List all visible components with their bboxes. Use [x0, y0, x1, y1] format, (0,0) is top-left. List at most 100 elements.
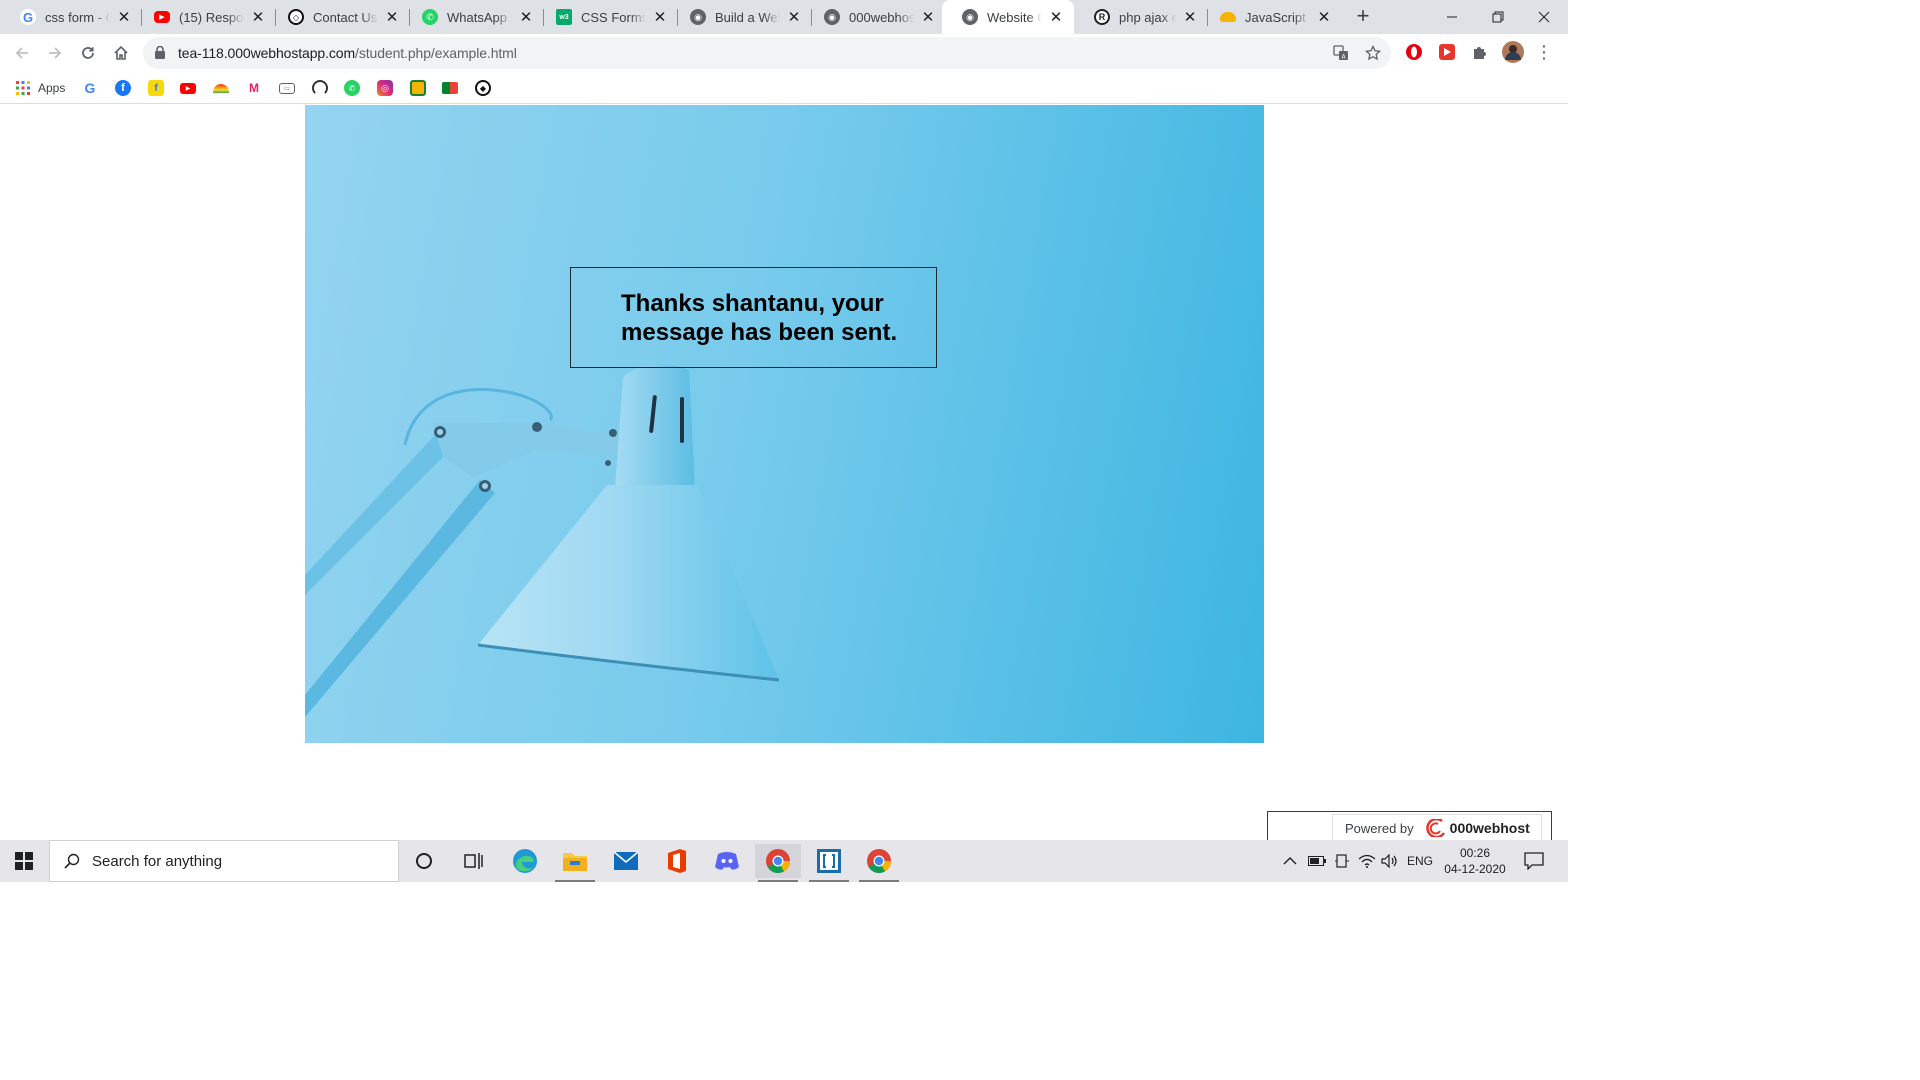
bookmark-meet[interactable] [442, 79, 458, 97]
chrome-app[interactable] [755, 844, 801, 882]
chrome-icon [867, 849, 891, 874]
close-icon[interactable]: ✕ [1182, 8, 1198, 26]
restore-button[interactable] [1474, 0, 1521, 34]
brackets-icon [817, 849, 841, 873]
reload-button[interactable] [76, 41, 100, 65]
bookmark-github[interactable]: ◆ [475, 79, 491, 97]
volume-control[interactable] [1381, 840, 1399, 882]
brackets-app[interactable] [806, 844, 852, 882]
tab-build-a-website[interactable]: ◉ Build a Website ✕ [670, 0, 812, 34]
close-icon [1538, 11, 1549, 23]
tab-contact-us-form[interactable]: ◇ Contact Us Form ✕ [268, 0, 410, 34]
bookmark-classroom[interactable] [410, 79, 426, 97]
start-button[interactable] [0, 840, 48, 882]
tab-php-ajax-contact[interactable]: R php ajax contact ✕ [1074, 0, 1208, 34]
close-icon[interactable]: ✕ [786, 8, 802, 26]
new-tab-button[interactable]: + [1352, 5, 1374, 28]
url-text[interactable]: tea-118.000webhostapp.com/student.php/ex… [178, 45, 517, 61]
chrome-app-2[interactable] [856, 844, 902, 882]
bookmark-tube[interactable]: ▭ [279, 79, 295, 97]
speaker-icon [1381, 854, 1397, 868]
tab-css-forms[interactable]: w3 CSS Forms ✕ [536, 0, 678, 34]
bookmark-instagram[interactable]: ◎ [377, 79, 393, 97]
reload-icon [82, 47, 94, 59]
bookmark-rainbow[interactable] [213, 79, 229, 97]
tab-css-form[interactable]: G css form - Google Search ✕ [0, 0, 142, 34]
show-hidden-icons-button[interactable] [1283, 840, 1297, 882]
whatsapp-icon: ✆ [344, 80, 360, 96]
tab-responsive[interactable]: ▶ (15) Responsive ✕ [134, 0, 276, 34]
bookmark-myntra[interactable]: M [246, 79, 262, 97]
whatsapp-icon: ✆ [422, 9, 438, 25]
action-center-button[interactable] [1524, 840, 1544, 882]
bookmark-facebook[interactable]: f [115, 79, 131, 97]
tab-javascript-contact[interactable]: JavaScript Contact ✕ [1200, 0, 1342, 34]
tab-title: php ajax contact [1119, 9, 1176, 25]
folder-icon [563, 853, 587, 871]
bookmark-apps[interactable]: Apps [16, 79, 65, 97]
tab-title: (15) Responsive [179, 9, 244, 25]
close-icon[interactable]: ✕ [920, 8, 936, 26]
battery-status[interactable] [1308, 840, 1326, 882]
close-icon[interactable]: ✕ [518, 8, 534, 26]
extensions-puzzle-icon[interactable] [1471, 43, 1489, 61]
back-button[interactable] [10, 41, 34, 65]
close-window-button[interactable] [1520, 0, 1567, 34]
rainbow-icon [213, 83, 229, 93]
discord-app[interactable] [704, 844, 750, 878]
tab-whatsapp[interactable]: ✆ WhatsApp ✕ [402, 0, 544, 34]
bookmark-flipkart[interactable]: f [148, 79, 164, 97]
system-clock[interactable]: 00:26 04-12-2020 [1440, 845, 1510, 877]
windows-taskbar: Search for anything ENG 00:26 04-12-2020 [0, 840, 1568, 882]
tab-000webhost[interactable]: ◉ 000webhost ✕ [804, 0, 946, 34]
tab-title: 000webhost [849, 9, 914, 25]
file-explorer-app[interactable] [552, 844, 598, 882]
tab-title: JavaScript Contact [1245, 9, 1310, 25]
forward-button[interactable] [43, 41, 67, 65]
office-app[interactable] [654, 844, 700, 878]
tab-title: Build a Website [715, 9, 780, 25]
profile-avatar[interactable] [1502, 41, 1524, 63]
translate-icon[interactable]: A [1333, 45, 1349, 61]
search-icon [64, 853, 80, 869]
clock-date: 04-12-2020 [1444, 862, 1506, 876]
close-icon[interactable]: ✕ [384, 8, 400, 26]
facebook-icon: f [115, 80, 131, 96]
close-icon[interactable]: ✕ [1048, 8, 1064, 26]
menu-kebab-icon[interactable]: ⋮ [1535, 42, 1553, 62]
address-bar[interactable]: tea-118.000webhostapp.com/student.php/ex… [143, 37, 1391, 69]
bookmark-speedometer[interactable] [312, 79, 328, 97]
close-icon[interactable]: ✕ [1316, 8, 1332, 26]
video-extension-icon[interactable] [1438, 43, 1456, 61]
device-icon [1335, 854, 1349, 868]
input-language[interactable]: ENG [1407, 840, 1433, 882]
edge-app[interactable] [502, 844, 548, 878]
battery-icon [1308, 856, 1326, 866]
desk-lamp-illustration [305, 363, 780, 717]
close-icon[interactable]: ✕ [652, 8, 668, 26]
bookmarks-bar: Apps G f f ▶ M ▭ ✆ ◎ ◆ [0, 72, 1568, 104]
powered-by-inner[interactable]: Powered by 000webhost [1332, 814, 1542, 842]
office-icon [668, 849, 686, 873]
bookmark-youtube[interactable]: ▶ [180, 79, 196, 97]
device-status[interactable] [1334, 840, 1350, 882]
wifi-status[interactable] [1358, 840, 1376, 882]
tab-title: Website Contact [987, 9, 1042, 25]
bookmark-whatsapp[interactable]: ✆ [344, 79, 360, 97]
close-icon[interactable]: ✕ [250, 8, 266, 26]
minimize-button[interactable] [1428, 0, 1475, 34]
lamp-background-image [305, 105, 1264, 743]
wifi-icon [1358, 854, 1376, 868]
mail-app[interactable] [603, 844, 649, 878]
taskbar-search-box[interactable]: Search for anything [49, 840, 399, 882]
close-icon[interactable]: ✕ [116, 8, 132, 26]
mail-icon [613, 851, 639, 870]
cortana-button[interactable] [401, 844, 447, 878]
task-view-button[interactable] [451, 844, 497, 878]
bookmark-google[interactable]: G [82, 79, 98, 97]
tab-website-contact[interactable]: ◉ Website Contact ✕ [942, 0, 1074, 34]
bookmark-star-icon[interactable] [1364, 44, 1382, 61]
home-button[interactable] [109, 41, 133, 65]
webhost-logo-icon [1425, 819, 1445, 837]
opera-extension-icon[interactable] [1405, 43, 1423, 61]
